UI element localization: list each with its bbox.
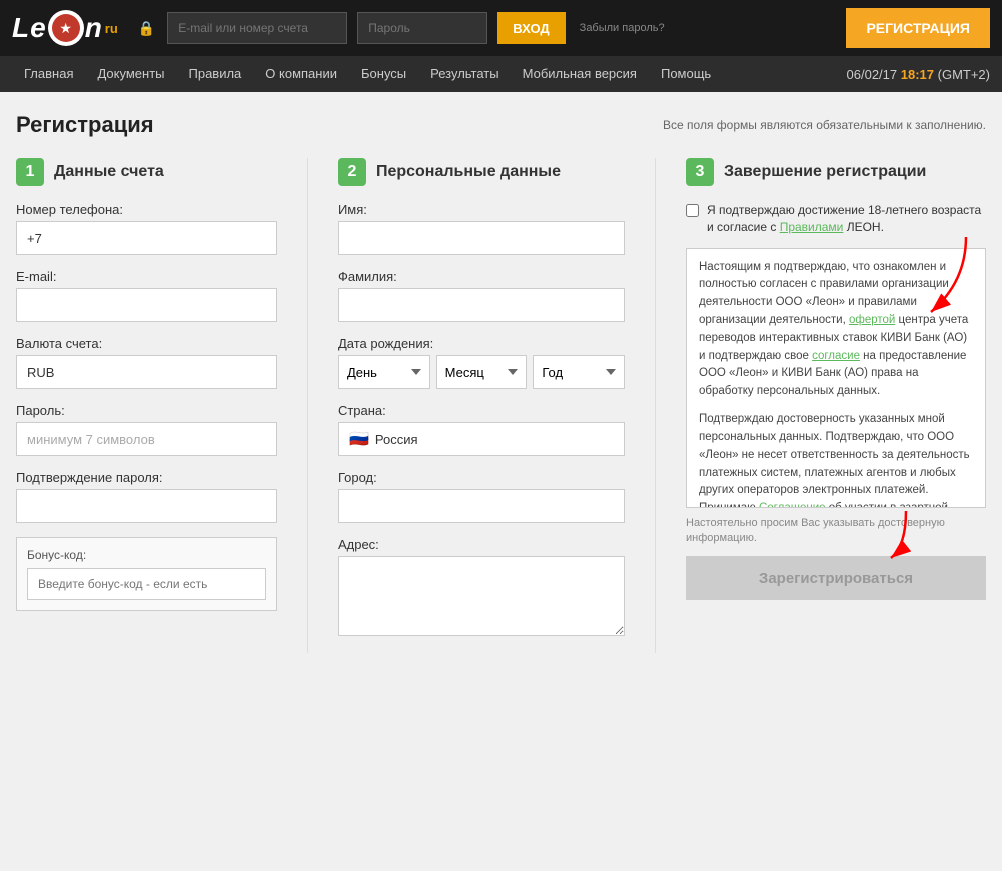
bonus-input[interactable] — [27, 568, 266, 600]
nav-about[interactable]: О компании — [253, 56, 349, 92]
surname-label: Фамилия: — [338, 269, 625, 284]
email-label: E-mail: — [16, 269, 277, 284]
oferta-link[interactable]: офертой — [849, 314, 895, 326]
form-grid: 1 Данные счета Номер телефона: E-mail: В… — [16, 158, 986, 653]
forgot-password-link[interactable]: Забыли пароль? — [580, 21, 665, 35]
page-title: Регистрация — [16, 112, 154, 138]
address-group: Адрес: — [338, 537, 625, 639]
city-input[interactable] — [338, 489, 625, 523]
logo[interactable]: Le ★ n ru — [12, 10, 118, 46]
dob-month-select[interactable]: Месяц — [436, 355, 528, 389]
nav-results[interactable]: Результаты — [418, 56, 510, 92]
header-password-input[interactable] — [357, 12, 487, 44]
city-group: Город: — [338, 470, 625, 523]
country-flag: 🇷🇺 — [349, 429, 369, 449]
logo-circle: ★ — [48, 10, 84, 46]
currency-input[interactable] — [16, 355, 277, 389]
header: Le ★ n ru 🔒 ВХОД Забыли пароль? РЕГИСТРА… — [0, 0, 1002, 56]
name-label: Имя: — [338, 202, 625, 217]
nav-documents[interactable]: Документы — [85, 56, 176, 92]
dob-row: День Месяц Год — [338, 355, 625, 389]
country-display[interactable]: 🇷🇺 Россия — [338, 422, 625, 456]
dob-label: Дата рождения: — [338, 336, 625, 351]
password-group: Пароль: — [16, 403, 277, 456]
name-input[interactable] — [338, 221, 625, 255]
terms-text: Я подтверждаю достижение 18-летнего возр… — [707, 202, 986, 236]
terms-checkbox[interactable] — [686, 204, 699, 217]
required-note: Все поля формы являются обязательными к … — [663, 118, 986, 132]
email-group: E-mail: — [16, 269, 277, 322]
confirm-input[interactable] — [16, 489, 277, 523]
legal-notice: Настоятельно просим Вас указывать достов… — [686, 516, 986, 547]
name-group: Имя: — [338, 202, 625, 255]
consent-link[interactable]: согласие — [812, 350, 860, 362]
country-group: Страна: 🇷🇺 Россия — [338, 403, 625, 456]
logo-inner: ★ — [52, 14, 80, 42]
phone-label: Номер телефона: — [16, 202, 277, 217]
confirm-group: Подтверждение пароля: — [16, 470, 277, 523]
password-label: Пароль: — [16, 403, 277, 418]
address-textarea[interactable] — [338, 556, 625, 636]
rules-link[interactable]: Правилами — [780, 220, 844, 234]
logo-ru: ru — [105, 21, 118, 36]
bonus-label: Бонус-код: — [27, 548, 266, 562]
password-input[interactable] — [16, 422, 277, 456]
page-content: Регистрация Все поля формы являются обяз… — [0, 92, 1002, 871]
agreement-link[interactable]: Соглашение — [759, 502, 826, 507]
currency-label: Валюта счета: — [16, 336, 277, 351]
nav-rules[interactable]: Правила — [177, 56, 254, 92]
country-text: Россия — [375, 432, 418, 447]
submit-button[interactable]: Зарегистрироваться — [686, 556, 986, 600]
city-label: Город: — [338, 470, 625, 485]
dob-group: Дата рождения: День Месяц Год — [338, 336, 625, 389]
step2-header: 2 Персональные данные — [338, 158, 625, 186]
step2-column: 2 Персональные данные Имя: Фамилия: Дата… — [338, 158, 625, 653]
legal-text-box[interactable]: Настоящим я подтверждаю, что ознакомлен … — [686, 248, 986, 508]
nav-time: 06/02/17 18:17 (GMT+2) — [847, 67, 990, 82]
header-email-input[interactable] — [167, 12, 347, 44]
dob-day-select[interactable]: День — [338, 355, 430, 389]
nav-links: Главная Документы Правила О компании Бон… — [12, 56, 723, 92]
step3-header: 3 Завершение регистрации — [686, 158, 986, 186]
step1-column: 1 Данные счета Номер телефона: E-mail: В… — [16, 158, 277, 611]
step1-number: 1 — [16, 158, 44, 186]
bonus-wrapper: Бонус-код: — [16, 537, 277, 611]
nav-mobile[interactable]: Мобильная версия — [511, 56, 649, 92]
lock-icon: 🔒 — [138, 20, 155, 37]
nav-bar: Главная Документы Правила О компании Бон… — [0, 56, 1002, 92]
logo-text-le: Le — [12, 14, 47, 42]
step1-title: Данные счета — [54, 163, 164, 181]
country-label: Страна: — [338, 403, 625, 418]
step3-number: 3 — [686, 158, 714, 186]
col-divider-1 — [307, 158, 308, 653]
phone-input[interactable] — [16, 221, 277, 255]
step3-column: 3 Завершение регистрации Я подтверждаю д… — [686, 158, 986, 600]
nav-home[interactable]: Главная — [12, 56, 85, 92]
nav-bonuses[interactable]: Бонусы — [349, 56, 418, 92]
col-divider-2 — [655, 158, 656, 653]
step1-header: 1 Данные счета — [16, 158, 277, 186]
surname-input[interactable] — [338, 288, 625, 322]
confirm-label: Подтверждение пароля: — [16, 470, 277, 485]
logo-text-n: n — [85, 14, 103, 42]
phone-group: Номер телефона: — [16, 202, 277, 255]
email-input[interactable] — [16, 288, 277, 322]
nav-help[interactable]: Помощь — [649, 56, 723, 92]
step2-title: Персональные данные — [376, 163, 561, 181]
dob-year-select[interactable]: Год — [533, 355, 625, 389]
address-label: Адрес: — [338, 537, 625, 552]
logo-star-icon: ★ — [59, 20, 72, 37]
step2-number: 2 — [338, 158, 366, 186]
terms-checkbox-row: Я подтверждаю достижение 18-летнего возр… — [686, 202, 986, 236]
step3-title: Завершение регистрации — [724, 163, 926, 181]
legal-text-4: Подтверждаю достоверность указанных мной… — [699, 413, 970, 508]
page-title-row: Регистрация Все поля формы являются обяз… — [16, 112, 986, 138]
surname-group: Фамилия: — [338, 269, 625, 322]
currency-group: Валюта счета: — [16, 336, 277, 389]
login-button[interactable]: ВХОД — [497, 12, 565, 44]
register-button[interactable]: РЕГИСТРАЦИЯ — [846, 8, 990, 48]
